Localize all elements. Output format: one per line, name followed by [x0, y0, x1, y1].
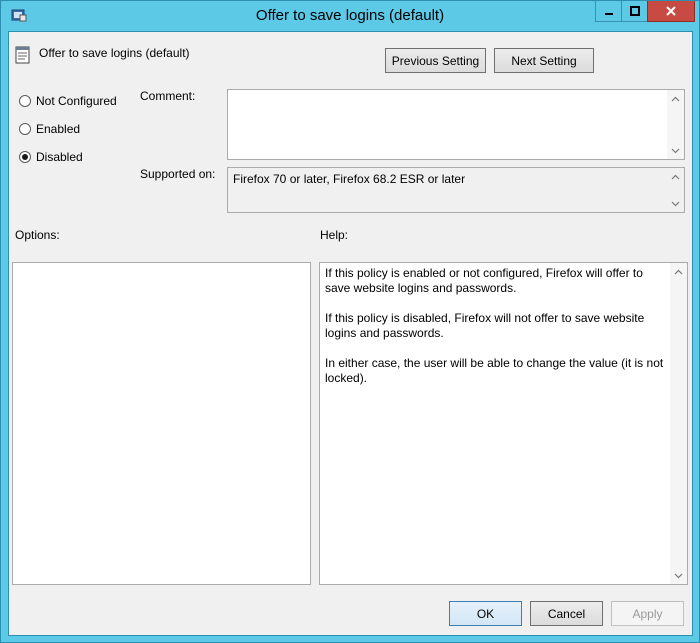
scroll-up-arrow[interactable] — [667, 168, 684, 185]
supported-on-field: Firefox 70 or later, Firefox 68.2 ESR or… — [227, 167, 685, 213]
ok-button[interactable]: OK — [449, 601, 522, 626]
radio-enabled[interactable]: Enabled — [19, 122, 80, 136]
chevron-down-icon — [671, 148, 680, 153]
close-button[interactable] — [647, 1, 695, 22]
title-bar[interactable]: Offer to save logins (default) — [1, 1, 699, 31]
help-label: Help: — [320, 228, 349, 242]
next-setting-label: Next Setting — [511, 53, 577, 68]
scroll-up-arrow[interactable] — [670, 263, 687, 280]
maximize-button[interactable] — [621, 1, 648, 22]
options-panel — [12, 262, 311, 585]
supported-on-label: Supported on: — [140, 167, 216, 181]
chevron-up-icon — [674, 269, 683, 274]
comment-scrollbar[interactable] — [667, 90, 684, 159]
help-paragraph: If this policy is enabled or not configu… — [325, 266, 643, 295]
chevron-up-icon — [671, 96, 680, 101]
radio-button[interactable] — [19, 95, 31, 107]
help-paragraph: In either case, the user will be able to… — [325, 356, 664, 385]
scroll-down-arrow[interactable] — [667, 195, 684, 212]
dialog-window: Offer to save logins (default) Offer to … — [0, 0, 700, 643]
cancel-label: Cancel — [547, 606, 586, 621]
radio-button-selected[interactable] — [19, 151, 31, 163]
radio-selected-dot — [22, 154, 28, 160]
apply-label: Apply — [632, 606, 663, 621]
comment-label: Comment: — [140, 89, 196, 103]
radio-label-not-configured: Not Configured — [36, 94, 117, 108]
help-text: If this policy is enabled or not configu… — [325, 266, 665, 401]
scroll-up-arrow[interactable] — [667, 90, 684, 107]
help-paragraph: If this policy is disabled, Firefox will… — [325, 311, 645, 340]
help-scrollbar[interactable] — [670, 263, 687, 584]
policy-title: Offer to save logins (default) — [39, 46, 190, 60]
apply-button[interactable]: Apply — [611, 601, 684, 626]
maximize-icon — [629, 6, 640, 16]
scroll-down-arrow[interactable] — [670, 567, 687, 584]
radio-not-configured[interactable]: Not Configured — [19, 94, 117, 108]
comment-textarea[interactable] — [227, 89, 685, 160]
options-label: Options: — [15, 228, 60, 242]
radio-label-disabled: Disabled — [36, 150, 83, 164]
close-icon — [666, 6, 676, 16]
previous-setting-button[interactable]: Previous Setting — [385, 48, 486, 73]
previous-setting-label: Previous Setting — [391, 53, 480, 68]
minimize-icon — [604, 13, 613, 15]
dialog-content: Offer to save logins (default) Previous … — [8, 31, 693, 636]
radio-disabled[interactable]: Disabled — [19, 150, 83, 164]
help-panel: If this policy is enabled or not configu… — [319, 262, 688, 585]
policy-setting-icon — [15, 46, 30, 64]
chevron-down-icon — [671, 201, 680, 206]
cancel-button[interactable]: Cancel — [530, 601, 603, 626]
ok-label: OK — [476, 606, 495, 621]
next-setting-button[interactable]: Next Setting — [494, 48, 594, 73]
radio-label-enabled: Enabled — [36, 122, 81, 136]
minimize-button[interactable] — [595, 1, 622, 22]
supported-on-scrollbar[interactable] — [667, 168, 684, 212]
scroll-down-arrow[interactable] — [667, 142, 684, 159]
radio-button[interactable] — [19, 123, 31, 135]
chevron-up-icon — [671, 174, 680, 179]
chevron-down-icon — [674, 573, 683, 578]
supported-on-value: Firefox 70 or later, Firefox 68.2 ESR or… — [233, 172, 466, 186]
